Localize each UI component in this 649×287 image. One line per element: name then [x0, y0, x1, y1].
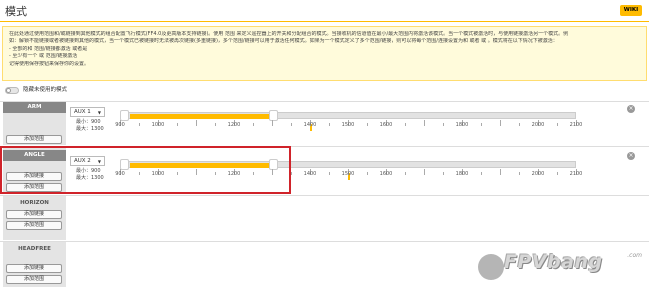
range-slider-track[interactable] [120, 110, 576, 131]
scale-tick-label: 1000 [151, 122, 165, 128]
scale-tick-label: 1200 [227, 122, 241, 128]
add-link-button[interactable]: 添加链接 [6, 210, 62, 219]
add-range-button[interactable]: 添加范围 [6, 221, 62, 230]
wiki-button[interactable]: WIKI [620, 5, 642, 16]
notice-line: - 至少有一个 或 范围/链接激活 [9, 53, 78, 60]
scale-tick [405, 172, 406, 175]
range-row: AUX 1 ▼ 最小：900 最大：1300 900 1000 1200 1400 15… [70, 104, 640, 142]
scale-tick [500, 120, 501, 126]
scale-tick [519, 172, 520, 175]
hide-unused-label: 隐藏未使用的模式 [23, 87, 68, 93]
scale-tick-label: 1400 [303, 122, 317, 128]
mode-horizon: HORIZON 添加链接 添加范围 [0, 195, 649, 240]
scale-tick [291, 172, 292, 175]
scale-tick [367, 123, 368, 126]
channel-value: AUX 1 [74, 109, 91, 115]
info-notice: 在此处通过使用范围和/或链接到其他模式的组合配置飞行模式(FF4.0及更高版本支… [2, 26, 647, 81]
watermark-domain: .com [627, 252, 642, 259]
scale-tick [139, 123, 140, 126]
scale-tick [481, 172, 482, 175]
notice-line: 记得使用保存按钮来保存你的设置。 [9, 60, 90, 67]
scale-tick [272, 120, 273, 126]
scale-tick [424, 120, 425, 126]
mode-name: HEADFREE [3, 244, 66, 255]
scale-tick-label: 900 [115, 122, 125, 128]
scale-tick-label: 1500 [341, 122, 355, 128]
scale-tick-label: 2100 [569, 171, 583, 177]
scale-tick-label: 1600 [379, 171, 393, 177]
mode-info: HORIZON 添加链接 添加范围 [3, 196, 66, 240]
range-fill [130, 114, 273, 119]
scale-tick-label: 1500 [341, 171, 355, 177]
scale-tick [557, 123, 558, 126]
scale-tick-label: 1600 [379, 122, 393, 128]
channel-select[interactable]: AUX 1 ▼ [70, 107, 105, 117]
notice-line: 如：解锁不能链接或者被链接到其他的模式，当一个模式已被链接时无法被再次链接(多重… [9, 38, 558, 45]
page-title: 模式 [5, 5, 27, 18]
scale-tick-label: 1800 [455, 171, 469, 177]
remove-range-close-icon[interactable]: × [627, 105, 635, 113]
toggle-knob [6, 88, 11, 93]
remove-range-close-icon[interactable]: × [627, 152, 635, 160]
scale-tick [500, 169, 501, 175]
scale-tick [291, 123, 292, 126]
scale-tick [405, 123, 406, 126]
mode-arm: ARM 添加范围 AUX 1 ▼ 最小：900 最大：1300 900 1000 1… [0, 101, 649, 145]
scale-tick [329, 172, 330, 175]
scale-tick-label: 2100 [569, 122, 583, 128]
scale-tick [215, 123, 216, 126]
watermark-logo: FPVbang .com [478, 251, 644, 281]
add-range-button[interactable]: 添加范围 [6, 135, 62, 144]
scale-tick-label: 1800 [455, 122, 469, 128]
highlight-box [0, 146, 291, 194]
watermark-text: FPVbang [504, 251, 603, 273]
scale-tick [424, 169, 425, 175]
scale-tick [519, 123, 520, 126]
mode-name: HORIZON [3, 198, 66, 209]
mode-name: ARM [3, 102, 66, 113]
drone-icon [478, 254, 504, 280]
add-range-button[interactable]: 添加范围 [6, 275, 62, 284]
notice-line: - 全部的和 范围/链接都激活 或者是 [9, 45, 88, 52]
scale-tick [443, 123, 444, 126]
mode-info: HEADFREE 添加链接 添加范围 [3, 242, 66, 287]
scale-tick [329, 123, 330, 126]
hide-unused-toggle[interactable] [5, 87, 19, 94]
scale-tick [481, 123, 482, 126]
scale-tick [557, 172, 558, 175]
mode-info: ARM 添加范围 [3, 102, 66, 145]
page-header: 模式 WIKI [0, 0, 649, 22]
scale-tick [367, 172, 368, 175]
scale-tick [196, 120, 197, 126]
scale-tick [443, 172, 444, 175]
add-link-button[interactable]: 添加链接 [6, 264, 62, 273]
chevron-down-icon: ▼ [97, 110, 101, 115]
scale-tick-label: 1400 [303, 171, 317, 177]
range-min-label: 最小：900 [76, 119, 101, 125]
notice-line: 在此处通过使用范围和/或链接到其他模式的组合配置飞行模式(FF4.0及更高版本支… [9, 31, 569, 37]
scale-tick [253, 123, 254, 126]
scale-tick-label: 2000 [531, 171, 545, 177]
scale-tick-label: 2000 [531, 122, 545, 128]
range-max-label: 最大：1300 [76, 126, 104, 132]
scale-tick [177, 123, 178, 126]
